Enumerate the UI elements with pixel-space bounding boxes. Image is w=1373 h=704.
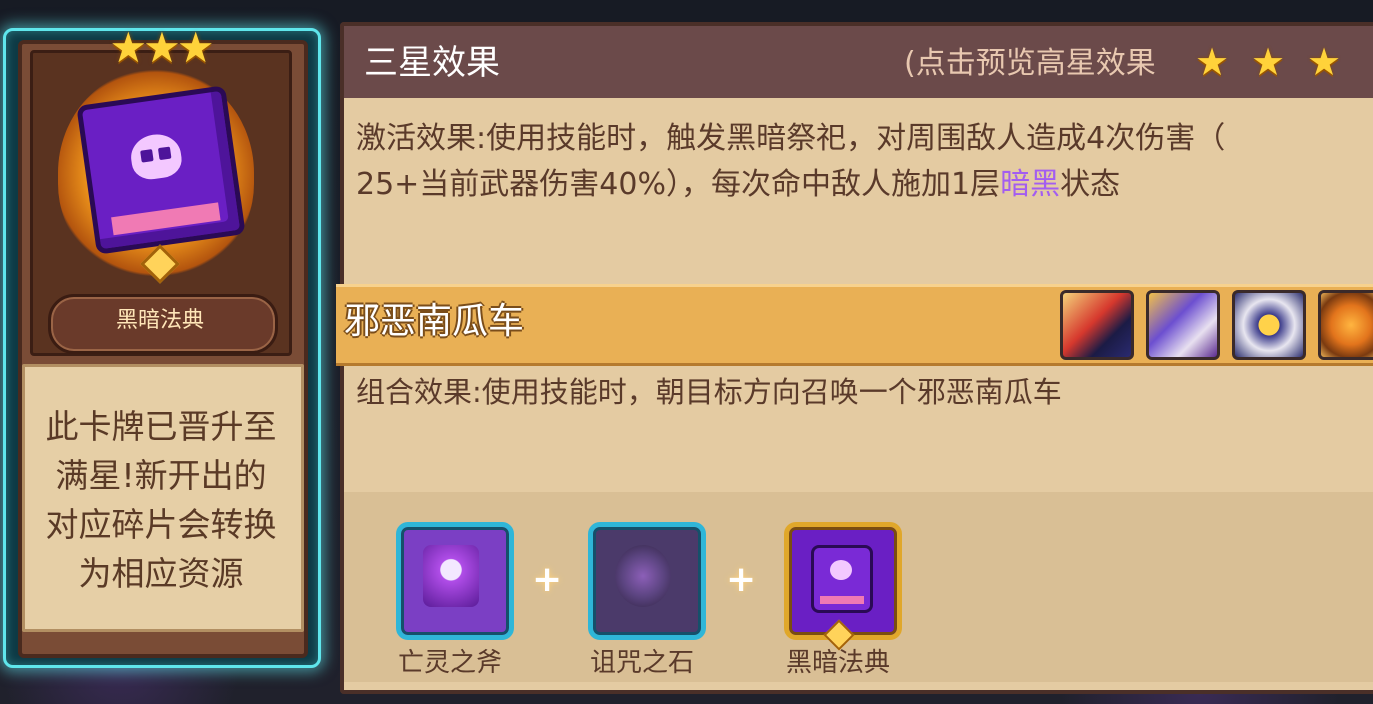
card-description-line: 满星!新开出的 [55, 456, 267, 495]
dark-codex-book-icon [76, 85, 246, 255]
undead-axe-piece[interactable] [396, 522, 514, 640]
star-icon-2[interactable]: ★ [1248, 42, 1288, 82]
dark-codex-piece[interactable] [784, 522, 902, 640]
piece-label: 黑暗法典 [785, 648, 890, 678]
plus-icon: + [726, 559, 757, 600]
star-icon-3[interactable]: ★ [1304, 42, 1344, 82]
combo-effect-text: 组合效果:使用技能时，朝目标方向召唤一个邪恶南瓜车 [356, 375, 1062, 409]
hero-portrait-icon[interactable] [1146, 290, 1220, 360]
dark-status-keyword: 暗黑 [1000, 167, 1061, 202]
piece-label: 亡灵之斧 [397, 648, 502, 678]
effect-line-2: 25+当前武器伤害40%），每次命中敌人施加1层 [356, 167, 1001, 202]
plus-icon: + [532, 559, 563, 600]
hero-portrait-icon[interactable] [1318, 290, 1373, 360]
card-star-rating: ★★★ [109, 23, 215, 72]
activation-effect-text: 激活效果:使用技能时，触发黑暗祭祀，对周围敌人造成4次伤害（ 25+当前武器伤害… [356, 116, 1356, 208]
card-description: 此卡牌已晋升至 满星!新开出的 对应碎片会转换 为相应资源 [26, 402, 296, 598]
book-pages [111, 202, 221, 236]
skull-icon [128, 131, 184, 182]
piece-label: 诅咒之石 [589, 648, 694, 678]
effect-suffix: 状态 [1060, 167, 1121, 202]
combo-title: 邪恶南瓜车 [344, 301, 525, 342]
axe-icon [423, 545, 479, 607]
star-icon-1[interactable]: ★ [1192, 42, 1232, 82]
hero-portrait-icon[interactable] [1060, 290, 1134, 360]
panel-title: 三星效果 [364, 43, 500, 83]
stone-icon [615, 545, 671, 607]
card-description-line: 为相应资源 [78, 554, 244, 593]
cursed-stone-piece[interactable] [588, 522, 706, 640]
effect-line-1: 激活效果:使用技能时，触发黑暗祭祀，对周围敌人造成4次伤害（ [356, 121, 1226, 156]
hero-portrait-icon[interactable] [1232, 290, 1306, 360]
preview-high-star-link[interactable]: (点击预览高星效果 [904, 42, 1156, 86]
card-name: 黑暗法典 [115, 308, 204, 333]
book-icon [811, 545, 873, 613]
card-description-line: 对应碎片会转换 [45, 505, 277, 544]
card-description-line: 此卡牌已晋升至 [45, 407, 277, 446]
